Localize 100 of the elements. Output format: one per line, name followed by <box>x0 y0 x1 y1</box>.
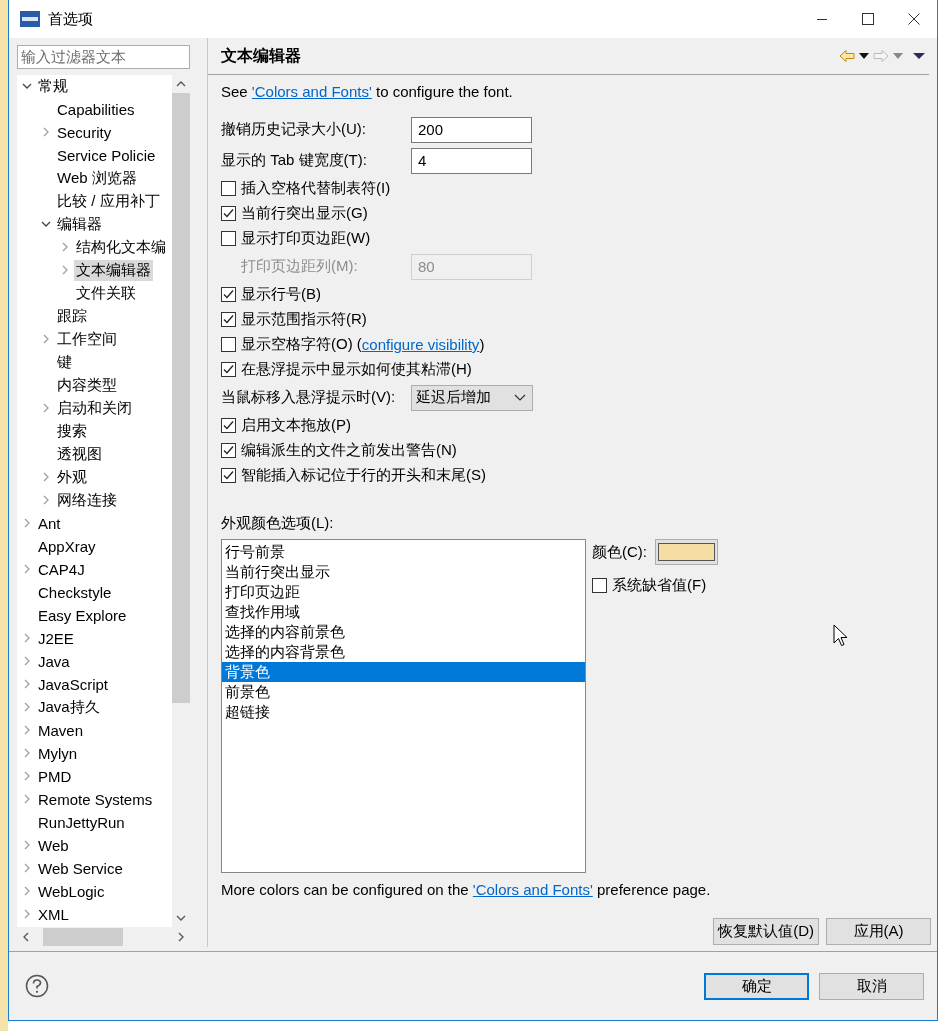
footer-note: More colors can be configured on the 'Colors and Fonts' preference page. <box>221 881 712 898</box>
tree-item[interactable]: 内容类型 <box>55 374 119 396</box>
checkbox[interactable] <box>221 206 236 221</box>
tree-item[interactable]: WebLogic <box>36 881 107 901</box>
list-item[interactable]: 选择的内容前景色 <box>222 622 585 642</box>
configure-link[interactable]: configure visibility <box>361 336 480 353</box>
tree-item[interactable]: Capabilities <box>55 99 137 119</box>
checkbox-label: 编辑派生的文件之前发出警告(N) <box>241 441 457 460</box>
tree-item[interactable]: AppXray <box>36 536 98 556</box>
field-label: 打印页边距列(M): <box>240 257 359 276</box>
tree-item[interactable]: Mylyn <box>36 743 80 763</box>
checkbox-label: 当前行突出显示(G) <box>241 204 368 223</box>
close-icon <box>908 13 920 25</box>
tree-item[interactable]: 透视图 <box>55 443 104 465</box>
tree-item[interactable]: Checkstyle <box>36 582 114 602</box>
list-item[interactable]: 当前行突出显示 <box>222 562 585 582</box>
checkbox-label: 插入空格代替制表符(I) <box>241 179 391 198</box>
tree-item[interactable]: 外观 <box>55 466 89 488</box>
tree-item[interactable]: 文件关联 <box>74 282 138 304</box>
maximize-icon <box>862 13 874 25</box>
page-button[interactable]: 应用(A) <box>826 918 931 945</box>
dropdown[interactable]: 延迟后增加 <box>411 384 533 411</box>
dialog-button[interactable]: 取消 <box>819 972 924 1000</box>
page-title: 文本编辑器 <box>221 45 302 66</box>
tree-item[interactable]: RunJettyRun <box>36 812 127 832</box>
window-title: 首选项 <box>48 9 94 29</box>
list-item[interactable]: 行号前景 <box>222 542 585 562</box>
tree-item[interactable]: 网络连接 <box>55 489 119 511</box>
list-item[interactable]: 查找作用域 <box>222 602 585 622</box>
checkbox[interactable] <box>221 181 236 196</box>
tree-item[interactable]: JavaScript <box>36 674 111 694</box>
page-button[interactable]: 恢复默认值(D) <box>713 918 819 945</box>
tree-item[interactable]: 工作空间 <box>55 328 119 350</box>
checkbox[interactable] <box>221 312 236 327</box>
tree-item[interactable]: 搜索 <box>55 420 89 442</box>
checkbox-label: 启用文本拖放(P) <box>241 416 351 435</box>
app-icon <box>20 11 40 27</box>
tree-item[interactable]: Java持久 <box>36 696 102 718</box>
list-label: 外观颜色选项(L): <box>221 514 335 533</box>
list-item[interactable]: 背景色 <box>222 662 585 682</box>
tree-item[interactable]: CAP4J <box>36 559 87 579</box>
checkbox[interactable] <box>221 443 236 458</box>
field-label: 显示的 Tab 键宽度(T): <box>221 151 368 170</box>
intro-text: See 'Colors and Fonts' to configure the font. <box>221 83 514 100</box>
tree-item[interactable]: Ant <box>36 513 63 533</box>
tree-item[interactable]: Web Service <box>36 858 125 878</box>
checkbox-label: 智能插入标记位于行的开头和末尾(S) <box>241 466 486 485</box>
tree-item[interactable]: Security <box>55 122 114 142</box>
dropdown-icon <box>893 53 903 59</box>
tree-item[interactable]: Service Policie <box>55 145 158 165</box>
menu-icon[interactable] <box>913 53 925 59</box>
tree-item[interactable]: PMD <box>36 766 74 786</box>
list-item[interactable]: 超链接 <box>222 702 585 722</box>
dropdown-label: 当鼠标移入悬浮提示时(V): <box>221 388 397 407</box>
tree-item[interactable]: Java <box>36 651 72 671</box>
tree-item[interactable]: 启动和关闭 <box>55 397 134 419</box>
tree-item[interactable]: 结构化文本编 <box>74 236 168 258</box>
checkbox-label: 显示行号(B) <box>241 285 321 304</box>
forward-arrow-icon <box>873 49 889 63</box>
color-label: 颜色(C): <box>592 542 647 562</box>
tree-item[interactable]: Web <box>36 835 71 855</box>
tree-item[interactable]: XML <box>36 904 71 924</box>
checkbox-label-suffix: ) <box>479 336 485 353</box>
colors-and-fonts-link[interactable]: 'Colors and Fonts' <box>251 83 372 100</box>
list-item[interactable]: 选择的内容背景色 <box>222 642 585 662</box>
checkbox[interactable] <box>221 337 236 352</box>
checkbox-label: 显示打印页边距(W) <box>241 229 371 248</box>
scrollbar-thumb[interactable] <box>43 928 123 947</box>
checkbox[interactable] <box>221 418 236 433</box>
tree-item[interactable]: Remote Systems <box>36 789 155 809</box>
tree-item[interactable]: Easy Explore <box>36 605 129 625</box>
list-item[interactable]: 前景色 <box>222 682 585 702</box>
input-field[interactable]: 200 <box>411 116 532 143</box>
checkbox-label: 显示空格字符(O) ( <box>241 335 362 352</box>
tree-item[interactable]: 跟踪 <box>55 305 89 327</box>
input-field[interactable]: 4 <box>411 147 532 174</box>
tree-item[interactable]: 编辑器 <box>55 213 104 235</box>
tree-item[interactable]: Maven <box>36 720 86 740</box>
help-icon[interactable] <box>25 974 49 998</box>
tree-item[interactable]: 比较 / 应用补丁 <box>55 190 162 212</box>
checkbox-label: 系统缺省值(F) <box>612 576 707 595</box>
list-item[interactable]: 打印页边距 <box>222 582 585 602</box>
checkbox[interactable] <box>592 578 607 593</box>
scrollbar-thumb[interactable] <box>172 92 190 703</box>
dialog-button[interactable]: 确定 <box>704 972 809 1000</box>
checkbox[interactable] <box>221 287 236 302</box>
mouse-pointer-icon <box>833 624 849 648</box>
colors-and-fonts-link[interactable]: 'Colors and Fonts' <box>472 881 593 898</box>
checkbox-label: 在悬浮提示中显示如何使其粘滞(H) <box>241 360 472 379</box>
checkbox[interactable] <box>221 362 236 377</box>
dropdown-icon[interactable] <box>859 53 869 59</box>
checkbox[interactable] <box>221 231 236 246</box>
tree-item[interactable]: J2EE <box>36 628 76 648</box>
tree-item[interactable]: 文本编辑器 <box>74 259 153 281</box>
filter-field[interactable]: 输入过滤器文本 <box>17 45 190 69</box>
tree-item[interactable]: Web 浏览器 <box>55 167 139 189</box>
tree-item[interactable]: 常规 <box>36 75 70 97</box>
tree-item[interactable]: 键 <box>55 351 74 373</box>
field-label: 撤销历史记录大小(U): <box>221 120 367 139</box>
checkbox[interactable] <box>221 468 236 483</box>
